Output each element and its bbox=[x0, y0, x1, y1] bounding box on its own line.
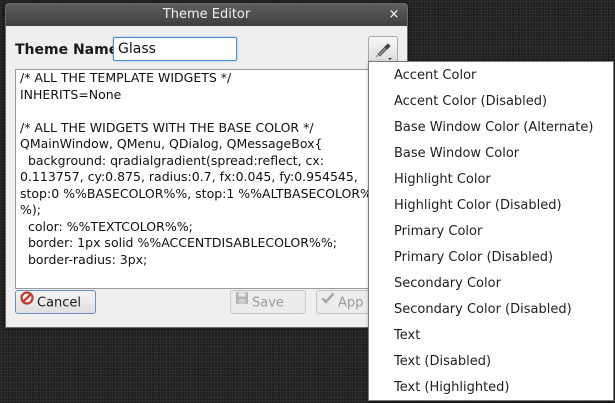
editor-line: INHERITS=None bbox=[20, 86, 122, 102]
menu-item-color-role[interactable]: Primary Color bbox=[369, 219, 613, 245]
editor-line: background: qradialgradient(spread:refle… bbox=[20, 152, 324, 168]
menu-item-color-role[interactable]: Accent Color (Disabled) bbox=[369, 89, 613, 115]
editor-line: /* ALL THE WIDGETS WITH THE BASE COLOR *… bbox=[20, 119, 314, 135]
menu-item-color-role[interactable]: Base Window Color (Alternate) bbox=[369, 115, 613, 141]
checkmark-icon bbox=[321, 291, 335, 313]
theme-editor-window: Theme Editor × Theme Name: /* ALL THE TE… bbox=[5, 3, 408, 328]
menu-item-color-role[interactable]: Text (Disabled) bbox=[369, 349, 613, 375]
editor-line: %); bbox=[20, 202, 41, 217]
editor-line: border: 1px solid %%ACCENTDISABLECOLOR%%… bbox=[20, 235, 337, 250]
menu-item-color-role[interactable]: Secondary Color (Disabled) bbox=[369, 297, 613, 323]
menu-item-color-role[interactable]: Base Window Color bbox=[369, 141, 613, 167]
title-bar[interactable]: Theme Editor × bbox=[6, 4, 407, 26]
theme-template-editor[interactable]: /* ALL THE TEMPLATE WIDGETS */INHERITS=N… bbox=[15, 69, 399, 289]
cancel-label: Cancel bbox=[37, 295, 82, 311]
editor-line: stop:0 %%BASECOLOR%%, stop:1 %%ALTBASECO… bbox=[20, 185, 372, 201]
apply-button[interactable]: App bbox=[316, 290, 376, 314]
menu-item-color-role[interactable]: Text (Highlighted) bbox=[369, 375, 613, 401]
menu-item-color-role[interactable]: Highlight Color bbox=[369, 167, 613, 193]
cancel-button[interactable]: Cancel bbox=[15, 290, 96, 314]
apply-label: App bbox=[338, 295, 364, 311]
cancel-icon bbox=[20, 290, 34, 314]
close-icon[interactable]: × bbox=[386, 7, 402, 23]
save-icon bbox=[235, 290, 249, 314]
save-button[interactable]: Save bbox=[230, 290, 306, 314]
menu-item-color-role[interactable]: Highlight Color (Disabled) bbox=[369, 193, 613, 219]
color-role-menu: Accent Color Accent Color (Disabled) Base … bbox=[368, 61, 614, 401]
editor-line: border-radius: 3px; bbox=[20, 251, 148, 267]
menu-item-color-role[interactable]: Accent Color bbox=[369, 63, 613, 89]
editor-line: /* ALL THE TEMPLATE WIDGETS */ bbox=[20, 70, 232, 85]
editor-line: 0.113757, cy:0.875, radius:0.7, fx:0.045… bbox=[20, 169, 358, 184]
menu-item-color-role[interactable]: Text bbox=[369, 323, 613, 349]
window-title: Theme Editor bbox=[162, 7, 251, 22]
menu-item-color-role[interactable]: Primary Color (Disabled) bbox=[369, 245, 613, 271]
editor-line: QMainWindow, QMenu, QDialog, QMessageBox… bbox=[20, 136, 323, 151]
menu-item-color-role[interactable]: Secondary Color bbox=[369, 271, 613, 297]
color-menu-button[interactable] bbox=[368, 36, 398, 64]
theme-name-label: Theme Name: bbox=[15, 42, 124, 58]
save-label: Save bbox=[252, 295, 284, 311]
theme-name-input[interactable] bbox=[113, 37, 237, 61]
color-picker-icon bbox=[376, 43, 392, 60]
editor-line: color: %%TEXTCOLOR%%; bbox=[20, 218, 193, 234]
